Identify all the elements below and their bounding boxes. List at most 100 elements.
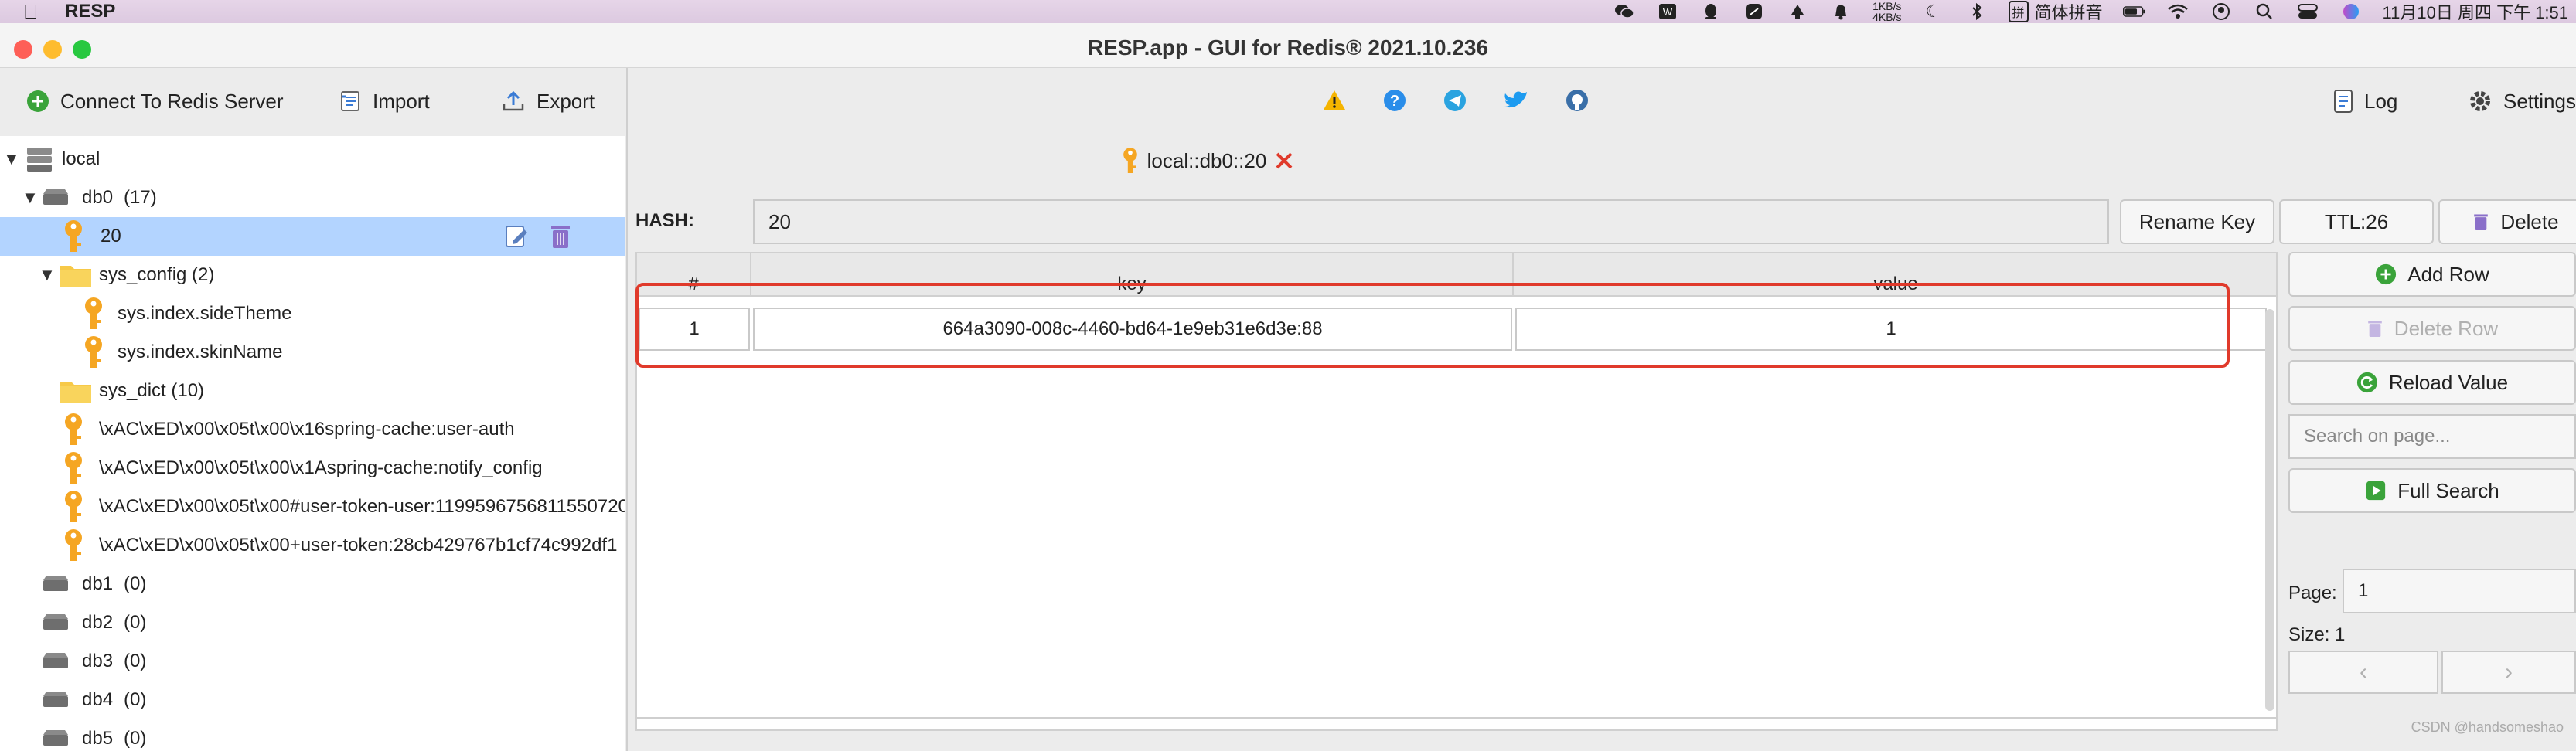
reload-value-button[interactable]: Reload Value xyxy=(2288,360,2576,405)
bell-icon[interactable] xyxy=(1829,2,1852,22)
twitter-icon[interactable] xyxy=(1503,88,1529,111)
warning-icon[interactable] xyxy=(1322,88,1347,113)
key-icon xyxy=(65,491,82,522)
tree-db0[interactable]: ▼ db0 (17) xyxy=(0,178,625,217)
moon-icon[interactable]: ☾ xyxy=(1922,2,1945,22)
qq-icon[interactable] xyxy=(1699,2,1722,22)
rename-key-label: Rename Key xyxy=(2138,209,2256,233)
full-search-button[interactable]: Full Search xyxy=(2288,468,2576,513)
cell-value[interactable]: 1 xyxy=(1515,308,2267,351)
control-center-icon[interactable] xyxy=(2296,2,2319,22)
telegram-icon[interactable] xyxy=(1443,88,1467,113)
user-icon[interactable] xyxy=(2210,2,2233,22)
menubar-datetime[interactable]: 11月10日 周四 下午 1:51 xyxy=(2383,0,2568,24)
key-label: sys.index.sideTheme xyxy=(118,303,292,324)
tree-key-row[interactable]: \xAC\xED\x00\x05t\x00#user-token-user:11… xyxy=(0,488,625,526)
tree-db1[interactable]: db1 (0) xyxy=(0,565,625,603)
database-icon xyxy=(43,576,68,591)
size-label: Size: 1 xyxy=(2288,624,2346,645)
prev-page-button[interactable]: ‹ xyxy=(2288,651,2438,694)
expand-arrow-icon[interactable]: ▼ xyxy=(22,188,39,208)
tree-db4[interactable]: db4 (0) xyxy=(0,681,625,719)
pinyin-icon: 拼 xyxy=(2008,1,2029,22)
tree-key-row[interactable]: \xAC\xED\x00\x05t\x00+user-token:28cb429… xyxy=(0,526,625,565)
column-header-index[interactable]: # xyxy=(637,253,751,297)
selected-key-label: 20 xyxy=(101,226,121,246)
delete-row-button[interactable]: Delete Row xyxy=(2288,306,2576,351)
search-on-page-input[interactable]: Search on page... xyxy=(2288,414,2576,459)
db-label: db4 xyxy=(82,689,114,710)
bluetooth-icon[interactable] xyxy=(1965,2,1988,22)
cell-index[interactable]: 1 xyxy=(639,308,750,351)
wps-icon[interactable]: W xyxy=(1656,2,1679,22)
log-label: Log xyxy=(2364,89,2398,113)
settings-button[interactable]: Settings xyxy=(2468,83,2576,119)
database-icon xyxy=(43,614,68,630)
column-header-value[interactable]: value xyxy=(1514,253,2278,297)
cell-key[interactable]: 664a3090-008c-4460-bd64-1e9eb31e6d3e:88 xyxy=(753,308,1512,351)
table-row[interactable]: 1 664a3090-008c-4460-bd64-1e9eb31e6d3e:8… xyxy=(637,308,2276,351)
net-down: 4KB/s xyxy=(1872,11,1902,23)
key-label: \xAC\xED\x00\x05t\x00+user-token:28cb429… xyxy=(99,535,618,556)
wifi-icon[interactable] xyxy=(2166,2,2189,22)
table-scrollbar[interactable] xyxy=(2265,309,2274,711)
feishu-icon[interactable] xyxy=(1743,2,1766,22)
tree-db2[interactable]: db2 (0) xyxy=(0,603,625,642)
next-page-icon: › xyxy=(2505,659,2513,685)
expand-arrow-icon[interactable]: ▼ xyxy=(39,265,56,285)
tree-folder-sys-config[interactable]: ▼ sys_config (2) xyxy=(0,256,625,294)
menubar-app-name[interactable]: RESP xyxy=(65,1,115,22)
rename-key-button[interactable]: Rename Key xyxy=(2120,199,2274,244)
editor-tab[interactable]: local::db0::20 xyxy=(628,147,1787,175)
close-tab-icon[interactable] xyxy=(1274,151,1294,171)
tree-folder-sys-dict[interactable]: sys_dict (10) xyxy=(0,372,625,410)
folder-icon xyxy=(60,266,91,287)
import-button[interactable]: Import xyxy=(339,83,430,119)
help-icon[interactable]: ? xyxy=(1382,88,1407,113)
wechat-icon[interactable] xyxy=(1613,2,1636,22)
page-input[interactable]: 1 xyxy=(2343,569,2576,613)
server-icon xyxy=(27,148,52,172)
tree-key-sidetheme[interactable]: sys.index.sideTheme xyxy=(0,294,625,333)
tree-db5[interactable]: db5 (0) xyxy=(0,719,625,751)
tree-key-skinname[interactable]: sys.index.skinName xyxy=(0,333,625,372)
add-row-button[interactable]: Add Row xyxy=(2288,252,2576,297)
value-editor-panel: local::db0::20 HASH: 20 Rename Key TTL:2… xyxy=(628,136,2576,751)
apple-icon[interactable]:  xyxy=(23,0,54,24)
tree-server-local[interactable]: ▼ local xyxy=(0,140,625,178)
edit-icon[interactable] xyxy=(504,223,529,250)
delete-key-button[interactable]: Delete xyxy=(2438,199,2576,244)
menubar-status-area: W 1KB/s 4KB/s ☾ 拼 简体拼音 11月10日 周四 下午 1:51 xyxy=(1613,0,2568,23)
github-icon[interactable] xyxy=(1565,88,1590,113)
connect-button[interactable]: Connect To Redis Server xyxy=(26,83,284,119)
page-value: 1 xyxy=(2358,580,2369,601)
siri-icon[interactable] xyxy=(2339,2,2363,22)
tree-key-20[interactable]: 20 xyxy=(0,217,625,256)
svg-text:?: ? xyxy=(1390,93,1399,110)
main-toolbar: Connect To Redis Server Import Export ? … xyxy=(0,68,2576,134)
next-page-button[interactable]: › xyxy=(2441,651,2576,694)
key-label: \xAC\xED\x00\x05t\x00\x1Aspring-cache:no… xyxy=(99,457,543,478)
settings-label: Settings xyxy=(2503,89,2576,113)
expand-arrow-icon[interactable]: ▼ xyxy=(3,149,20,169)
ttl-button[interactable]: TTL:26 xyxy=(2279,199,2434,244)
key-name-field[interactable]: 20 xyxy=(753,199,2109,244)
notification-icon[interactable] xyxy=(1786,2,1809,22)
key-icon xyxy=(65,220,82,252)
log-button[interactable]: Log xyxy=(2333,83,2397,119)
svg-text:W: W xyxy=(1663,6,1673,18)
spotlight-search-icon[interactable] xyxy=(2253,2,2276,22)
db-label: db5 xyxy=(82,728,114,749)
net-up: 1KB/s xyxy=(1872,0,1902,12)
input-method[interactable]: 拼 简体拼音 xyxy=(2008,0,2103,24)
battery-icon[interactable] xyxy=(2122,2,2146,22)
column-header-key[interactable]: key xyxy=(751,253,1514,297)
tree-key-row[interactable]: \xAC\xED\x00\x05t\x00\x1Aspring-cache:no… xyxy=(0,449,625,488)
input-method-label: 简体拼音 xyxy=(2034,3,2103,22)
trash-icon[interactable] xyxy=(549,223,572,250)
tree-db3[interactable]: db3 (0) xyxy=(0,642,625,681)
add-row-label: Add Row xyxy=(2407,262,2489,286)
ttl-label: TTL:26 xyxy=(2324,209,2389,233)
export-button[interactable]: Export xyxy=(501,83,595,119)
tree-key-row[interactable]: \xAC\xED\x00\x05t\x00\x16spring-cache:us… xyxy=(0,410,625,449)
